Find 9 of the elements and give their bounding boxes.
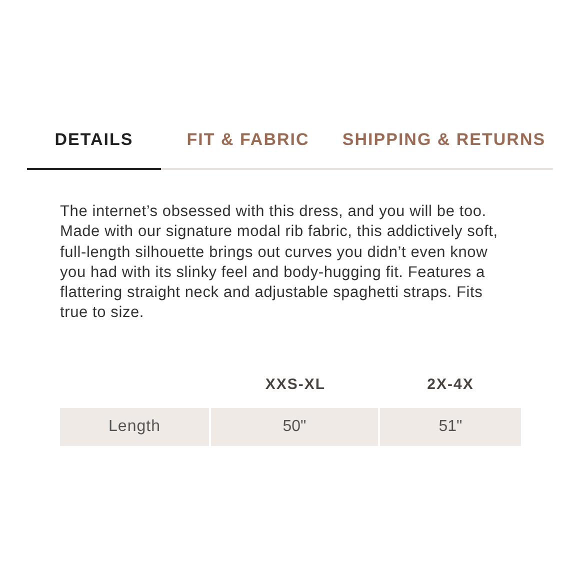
tab[interactable]: FIT & FABRIC bbox=[161, 112, 335, 170]
column-header: 2X-4X bbox=[427, 374, 474, 395]
table-cell: 50" bbox=[211, 408, 378, 446]
tab[interactable]: DETAILS bbox=[27, 112, 161, 170]
product-description: The internet’s obsessed with this dress, and you will be too. Made with our signature modal rib fabric, this addictively soft, full-length silhouette brings out curves you didn’t even know you had with its slinky feel and body-hugging fit. Features a flattering straight neck and adjustable spaghetti straps. Fits true to size. bbox=[60, 202, 499, 324]
column-header: XXS-XL bbox=[265, 374, 326, 395]
tab[interactable]: SHIPPING & RETURNS bbox=[335, 112, 553, 170]
table-cell: 51" bbox=[380, 408, 521, 446]
table-cell: Length bbox=[60, 408, 209, 446]
